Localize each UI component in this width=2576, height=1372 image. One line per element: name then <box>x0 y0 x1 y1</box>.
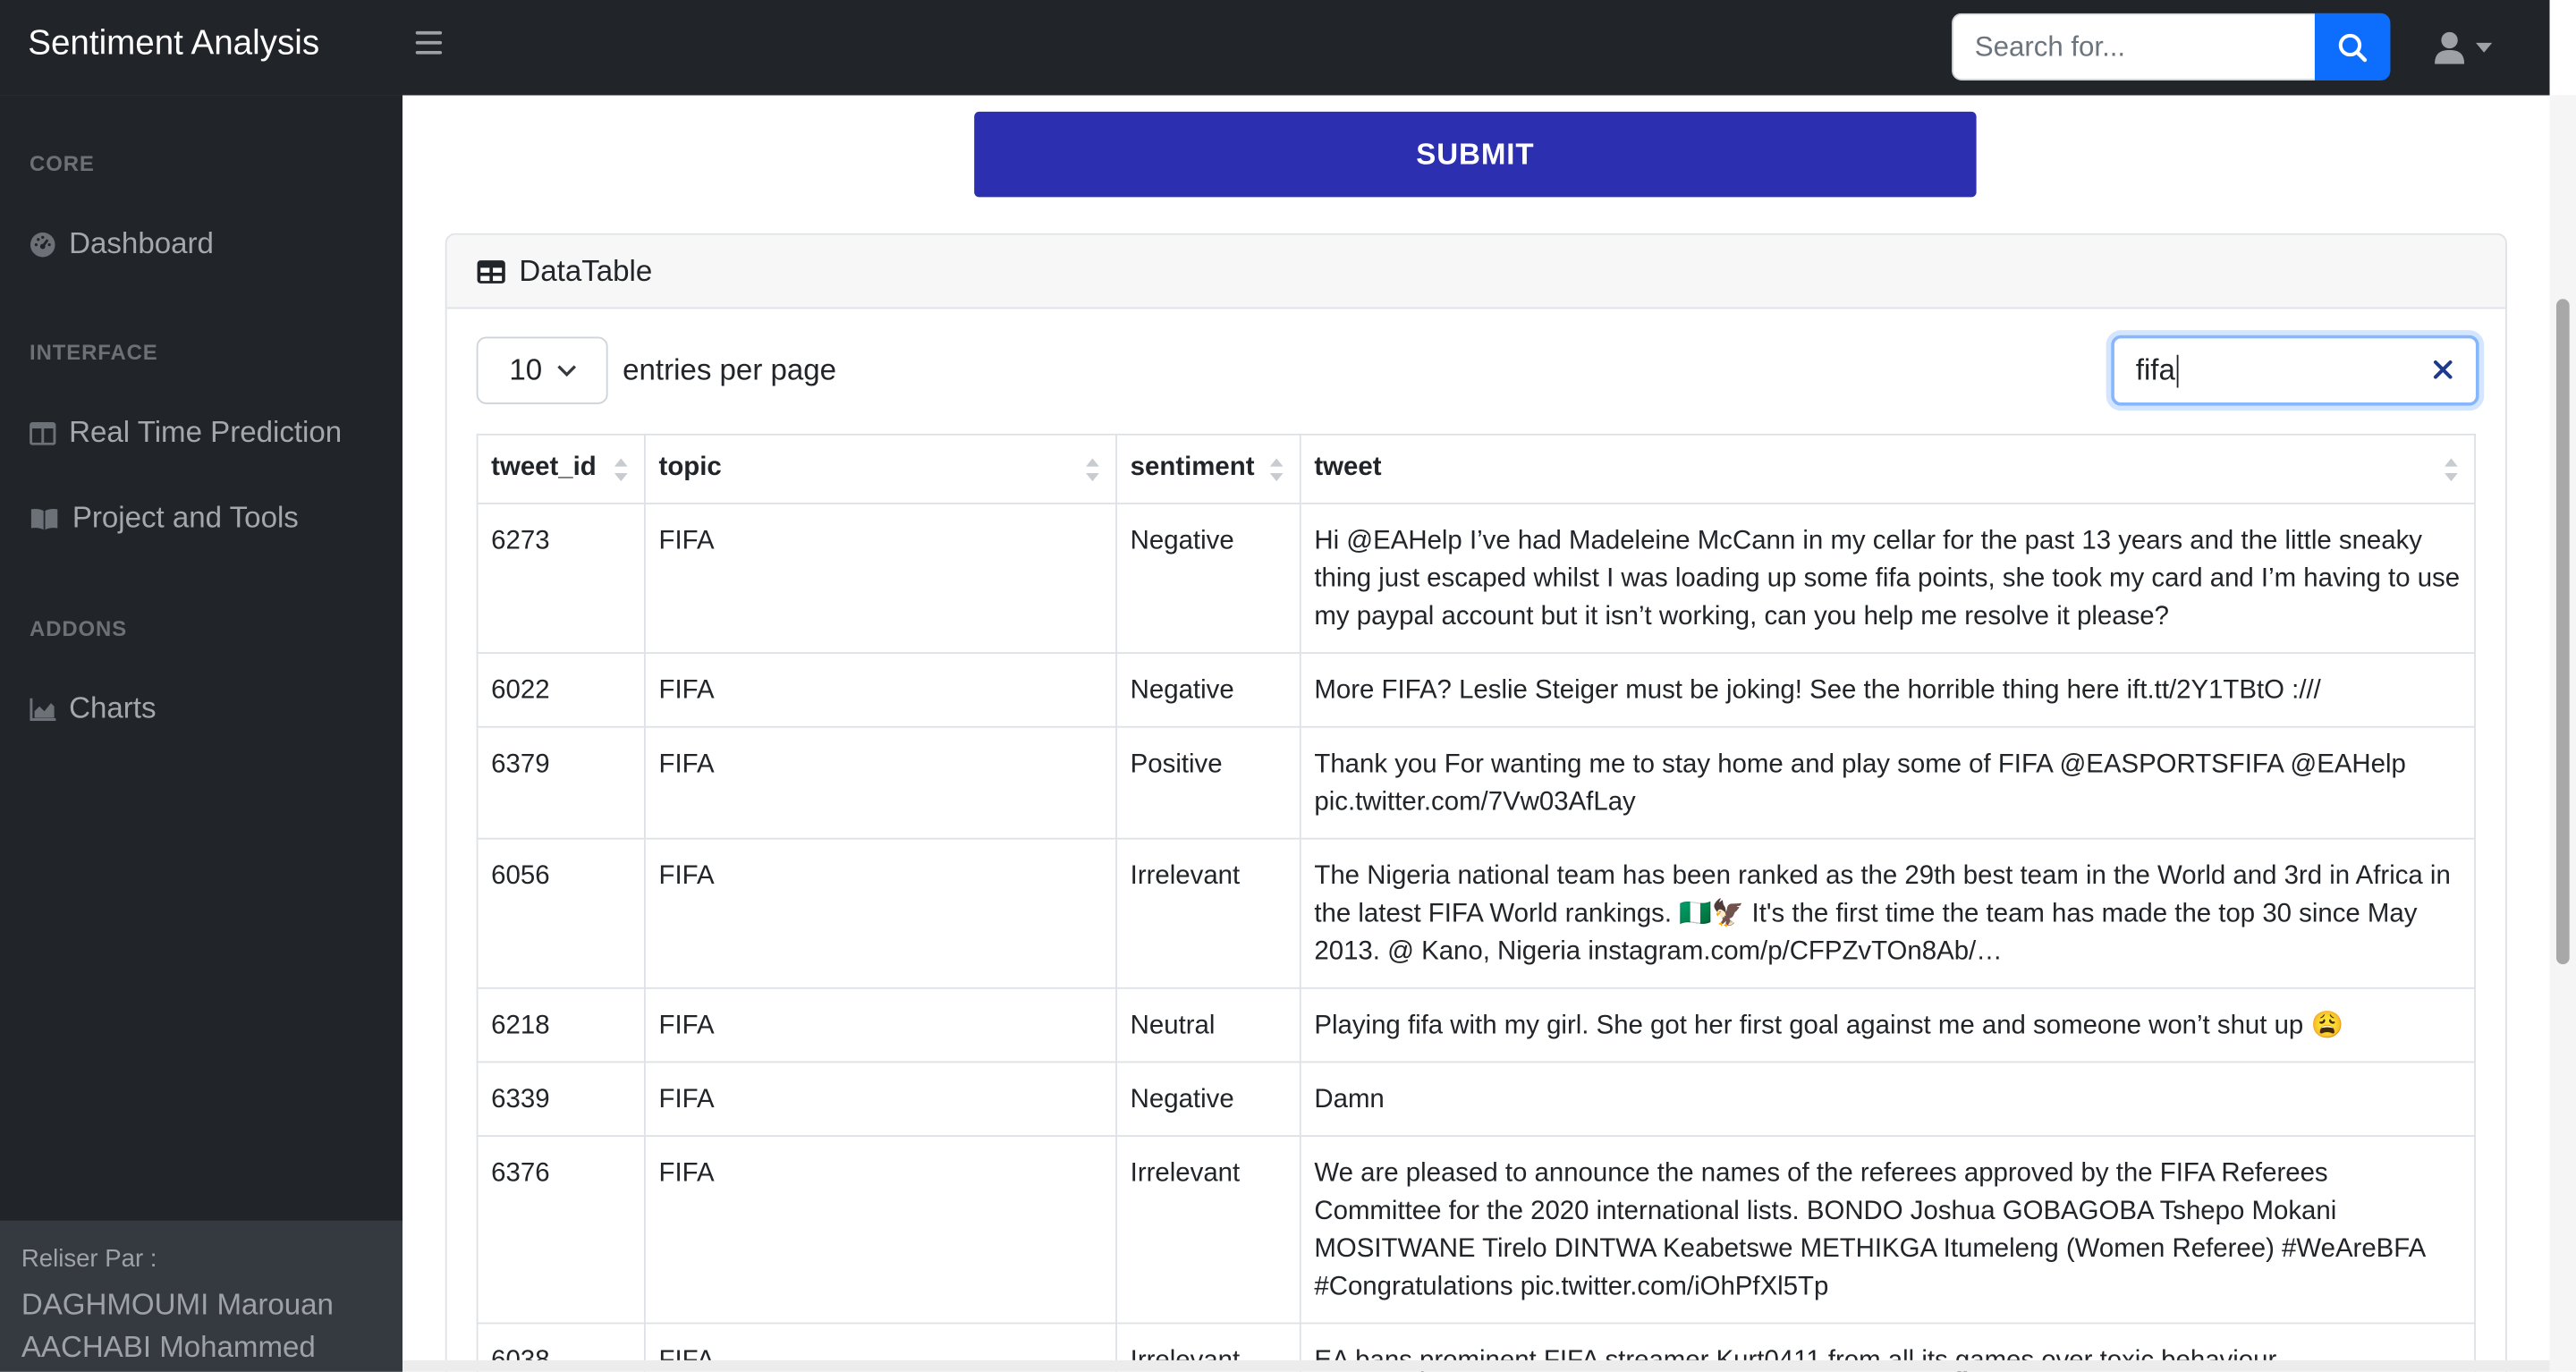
cell-topic: FIFA <box>643 725 1117 840</box>
column-header-tweet[interactable]: tweet <box>1299 433 2476 504</box>
datatable-card: DataTable 10 entries per page fifa tweet… <box>445 233 2507 1372</box>
footer-author-name: DAGHMOUMI Marouan <box>21 1288 334 1321</box>
table-row: 6339 FIFA Negative Damn <box>476 1061 2476 1138</box>
sidebar: CORE Dashboard INTERFACE Real Time Predi… <box>0 95 402 1372</box>
app-brand[interactable]: Sentiment Analysis <box>28 25 319 64</box>
cell-tweet-id: 6022 <box>476 652 646 728</box>
sidebar-heading-addons: ADDONS <box>30 615 128 641</box>
sidebar-item-real-time-prediction[interactable]: Real Time Prediction <box>30 416 342 451</box>
cell-topic: FIFA <box>643 837 1117 989</box>
cell-tweet: Hi @EAHelp I’ve had Madeleine McCann in … <box>1299 503 2476 655</box>
user-icon <box>2435 31 2465 64</box>
horizontal-scroll-track <box>402 1359 2550 1372</box>
cell-tweet: We are pleased to announce the names of … <box>1299 1135 2476 1325</box>
scrollbar-thumb[interactable] <box>2555 299 2570 965</box>
entries-per-page: 10 entries per page <box>476 336 837 404</box>
sidebar-heading-interface: INTERFACE <box>30 340 158 365</box>
book-icon <box>30 508 58 529</box>
table-header-row: tweet_id topic sentiment tweet <box>476 433 2476 504</box>
footer-label: Reliser Par : <box>21 1245 157 1274</box>
cell-sentiment: Positive <box>1115 725 1301 840</box>
sidebar-item-dashboard[interactable]: Dashboard <box>30 226 214 261</box>
navbar-search <box>1952 13 2391 80</box>
cell-tweet: The Nigeria national team has been ranke… <box>1299 837 2476 989</box>
cell-sentiment: Neutral <box>1115 987 1301 1063</box>
cell-tweet: Damn <box>1299 1061 2476 1138</box>
table-icon <box>477 259 505 283</box>
sidebar-item-label: Real Time Prediction <box>69 415 343 449</box>
sort-icon <box>614 458 628 482</box>
cell-topic: FIFA <box>643 1135 1117 1325</box>
clear-search-icon[interactable] <box>2433 360 2453 379</box>
sort-icon <box>1086 458 1099 482</box>
cell-tweet-id: 6218 <box>476 987 646 1063</box>
sidebar-item-label: Project and Tools <box>72 501 299 534</box>
card-title: DataTable <box>519 253 653 287</box>
user-dropdown[interactable] <box>2435 30 2497 65</box>
cell-tweet-id: 6379 <box>476 725 646 840</box>
sidebar-toggle-icon[interactable] <box>415 30 443 61</box>
sort-icon <box>2445 458 2458 482</box>
text-cursor <box>2176 353 2179 387</box>
page-scrollbar[interactable] <box>2549 95 2576 1372</box>
column-header-tweet-id[interactable]: tweet_id <box>476 433 646 504</box>
sidebar-item-project-and-tools[interactable]: Project and Tools <box>30 501 299 536</box>
sidebar-footer: Reliser Par : DAGHMOUMI Marouan AACHABI … <box>0 1220 402 1372</box>
cell-tweet-id: 6273 <box>476 503 646 655</box>
table-row: 6218 FIFA Neutral Playing fifa with my girl… <box>476 987 2476 1063</box>
cell-topic: FIFA <box>643 503 1117 655</box>
sidebar-item-label: Charts <box>69 691 157 724</box>
column-header-sentiment[interactable]: sentiment <box>1115 433 1301 504</box>
column-header-topic[interactable]: topic <box>643 433 1117 504</box>
sidebar-item-label: Dashboard <box>69 226 214 260</box>
cell-sentiment: Negative <box>1115 503 1301 655</box>
cell-tweet: Playing fifa with my girl. She got her f… <box>1299 987 2476 1063</box>
cell-sentiment: Irrelevant <box>1115 837 1301 989</box>
submit-button[interactable]: SUBMIT <box>974 111 1977 198</box>
table-row: 6376 FIFA Irrelevant We are pleased to anno… <box>476 1135 2476 1325</box>
navbar-search-button[interactable] <box>2314 13 2391 80</box>
sort-icon <box>1269 458 1284 482</box>
footer-author-name: AACHABI Mohammed <box>21 1330 316 1364</box>
columns-icon <box>30 421 56 445</box>
cell-topic: FIFA <box>643 652 1117 728</box>
entries-per-page-label: entries per page <box>623 352 837 386</box>
cell-tweet-id: 6339 <box>476 1061 646 1138</box>
table-row: 6379 FIFA Positive Thank you For wanting me… <box>476 725 2476 840</box>
search-icon <box>2338 32 2368 62</box>
cell-tweet-id: 6056 <box>476 837 646 989</box>
card-header: DataTable <box>446 234 2506 309</box>
top-navbar: Sentiment Analysis <box>0 0 2550 96</box>
caret-down-icon <box>2475 42 2493 53</box>
area-chart-icon <box>30 697 56 721</box>
navbar-search-input[interactable] <box>1952 13 2315 80</box>
table-row: 6056 FIFA Irrelevant The Nigeria national t… <box>476 837 2476 989</box>
entries-per-page-select[interactable]: 10 <box>476 336 608 404</box>
cell-topic: FIFA <box>643 987 1117 1063</box>
table-row: 6273 FIFA Negative Hi @EAHelp I’ve had Made… <box>476 503 2476 655</box>
cell-tweet: More FIFA? Leslie Steiger must be joking… <box>1299 652 2476 728</box>
cell-sentiment: Negative <box>1115 1061 1301 1138</box>
sidebar-item-charts[interactable]: Charts <box>30 691 157 726</box>
cell-tweet-id: 6376 <box>476 1135 646 1325</box>
entries-per-page-value: 10 <box>509 352 543 386</box>
sidebar-heading-core: CORE <box>30 150 95 176</box>
cell-tweet: Thank you For wanting me to stay home an… <box>1299 725 2476 840</box>
cell-sentiment: Negative <box>1115 652 1301 728</box>
tweets-table: tweet_id topic sentiment tweet 6273 FIFA N… <box>476 433 2476 1372</box>
chevron-down-icon <box>557 365 577 377</box>
dashboard-icon <box>30 231 55 257</box>
table-search-value: fifa <box>2135 352 2175 386</box>
table-row: 6022 FIFA Negative More FIFA? Leslie Steige… <box>476 652 2476 728</box>
cell-topic: FIFA <box>643 1061 1117 1138</box>
table-search-input[interactable]: fifa <box>2111 335 2479 406</box>
window-corner <box>2549 0 2576 96</box>
cell-sentiment: Irrelevant <box>1115 1135 1301 1325</box>
